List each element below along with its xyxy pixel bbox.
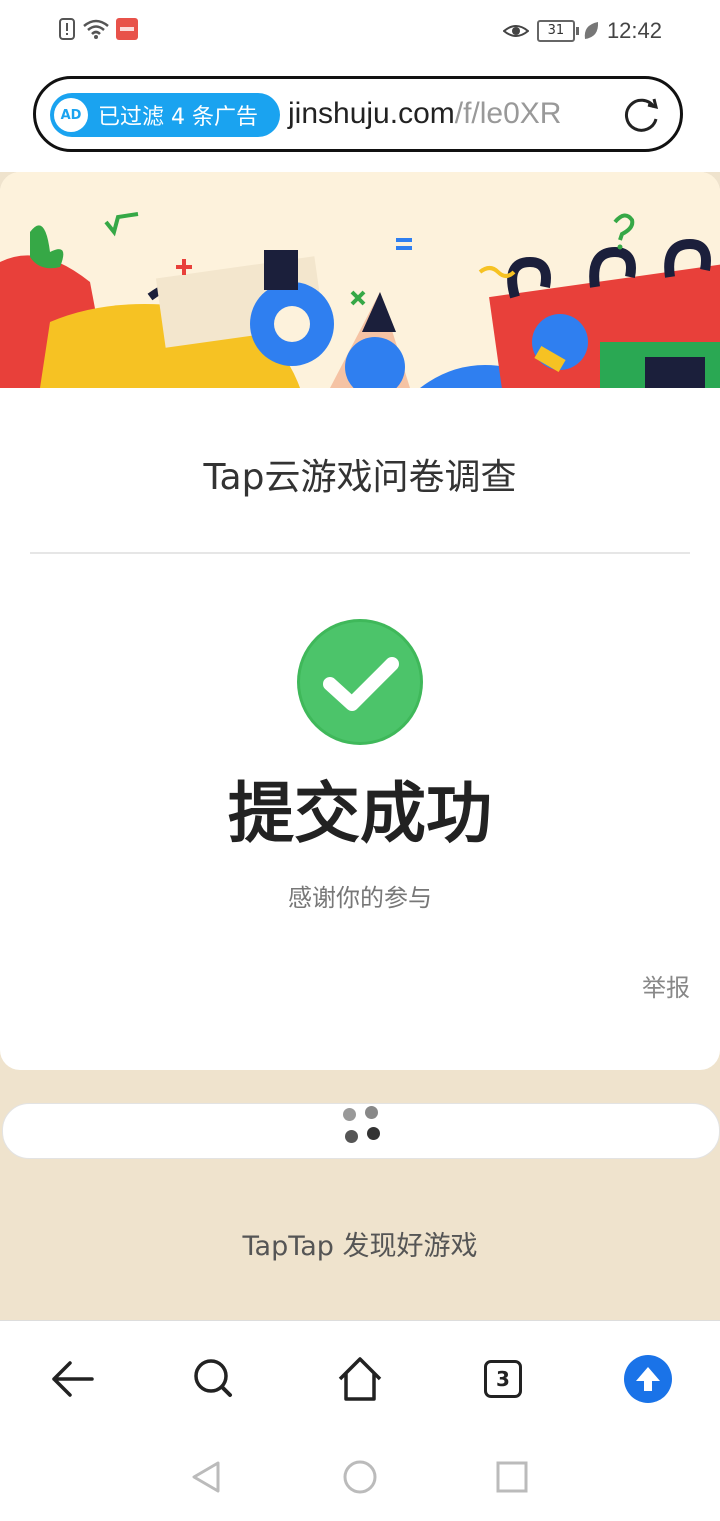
tab-count: 3 <box>484 1360 522 1398</box>
success-title: 提交成功 <box>228 775 492 852</box>
alert-icon <box>59 18 75 40</box>
report-link[interactable]: 举报 <box>642 968 690 1003</box>
divider <box>30 552 690 554</box>
url-path: /f/le0XR <box>454 97 562 130</box>
ad-filter-badge[interactable]: AD 已过滤 4 条广告 <box>50 93 280 137</box>
reload-icon[interactable] <box>622 95 662 135</box>
leaf-icon <box>584 22 599 39</box>
status-time: 12:42 <box>606 18 662 43</box>
search-icon[interactable] <box>186 1351 242 1407</box>
footer-slogan: TapTap 发现好游戏 <box>242 1231 478 1262</box>
loading-bar <box>2 1103 720 1159</box>
browser-toolbar: 3 <box>0 1320 720 1521</box>
form-card: Tap云游戏问卷调查 提交成功 感谢你的参与 举报 <box>0 172 720 1070</box>
loading-spinner-icon <box>341 1104 385 1158</box>
eye-icon <box>502 25 529 37</box>
ad-block-icon: AD <box>54 98 88 132</box>
status-bar: 31 12:42 <box>0 0 720 62</box>
wifi-icon <box>83 19 109 39</box>
address-bar[interactable]: AD 已过滤 4 条广告 jinshuju.com/f/le0XR <box>33 76 683 152</box>
system-recents-icon[interactable] <box>492 1457 532 1497</box>
system-back-icon[interactable] <box>186 1457 226 1497</box>
address-area: AD 已过滤 4 条广告 jinshuju.com/f/le0XR <box>0 62 720 172</box>
home-icon[interactable] <box>332 1351 388 1407</box>
upload-arrow-icon[interactable] <box>620 1351 676 1407</box>
thanks-text: 感谢你的参与 <box>288 884 432 912</box>
battery-icon: 31 <box>536 20 579 42</box>
app-notification-icon <box>116 18 138 40</box>
ad-filter-label: 已过滤 4 条广告 <box>98 105 258 130</box>
back-arrow-icon[interactable] <box>44 1351 100 1407</box>
tabs-button[interactable]: 3 <box>475 1351 531 1407</box>
form-title: Tap云游戏问卷调查 <box>203 457 517 498</box>
success-check-icon <box>297 619 423 745</box>
url-text[interactable]: jinshuju.com/f/le0XR <box>288 97 561 131</box>
system-home-icon[interactable] <box>340 1457 380 1497</box>
banner-illustration <box>0 172 720 388</box>
url-domain: jinshuju.com <box>288 97 455 130</box>
